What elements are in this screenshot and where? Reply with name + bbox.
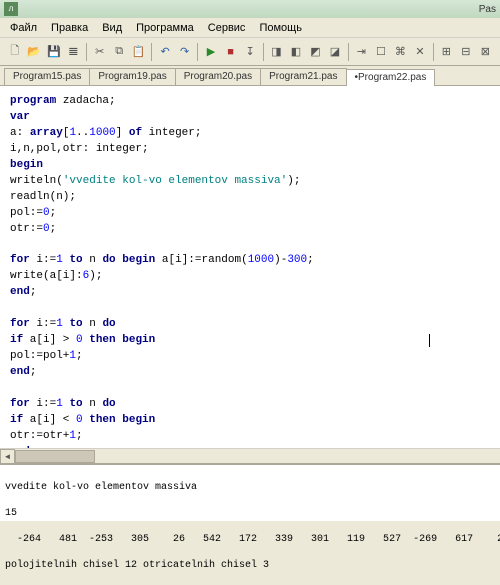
undo-button[interactable]: ↶ xyxy=(156,42,174,62)
app-icon: л xyxy=(4,2,18,16)
save-button[interactable]: 💾 xyxy=(45,42,63,62)
copy-button[interactable]: ⧉ xyxy=(110,42,128,62)
menu-edit[interactable]: Правка xyxy=(45,20,94,36)
horizontal-scrollbar[interactable]: ◄ xyxy=(0,448,500,463)
output-line: -264 481 -253 305 26 542 172 339 301 119… xyxy=(5,533,495,546)
run-button[interactable]: ▶ xyxy=(202,42,220,62)
code-editor[interactable]: program zadacha; var a: array[1..1000] o… xyxy=(0,86,500,448)
toolbar: 🗋 📂 💾 𝌆 ✂ ⧉ 📋 ↶ ↷ ▶ ■ ↧ ◨ ◧ ◩ ◪ ⇥ ☐ ⌘ ✕ … xyxy=(0,38,500,66)
cut-button[interactable]: ✂ xyxy=(91,42,109,62)
separator xyxy=(197,43,198,61)
window1-button[interactable]: ⊞ xyxy=(438,42,456,62)
tab-program19[interactable]: Program19.pas xyxy=(89,68,175,85)
menu-file[interactable]: Файл xyxy=(4,20,43,36)
tab-program15[interactable]: Program15.pas xyxy=(4,68,90,85)
titlebar: л Pas xyxy=(0,0,500,18)
paste-button[interactable]: 📋 xyxy=(130,42,148,62)
menu-help[interactable]: Помощь xyxy=(253,20,308,36)
redo-button[interactable]: ↷ xyxy=(176,42,194,62)
tab-program22[interactable]: •Program22.pas xyxy=(346,69,436,86)
window2-button[interactable]: ⊟ xyxy=(457,42,475,62)
stop-button[interactable]: ■ xyxy=(222,42,240,62)
cls-button[interactable]: ☐ xyxy=(372,42,390,62)
scroll-left-icon[interactable]: ◄ xyxy=(0,449,15,464)
separator xyxy=(433,43,434,61)
tab-program20[interactable]: Program20.pas xyxy=(175,68,261,85)
trace-button[interactable]: ⇥ xyxy=(353,42,371,62)
debug3-button[interactable]: ◩ xyxy=(307,42,325,62)
text-cursor xyxy=(429,334,430,347)
window3-button[interactable]: ⊠ xyxy=(477,42,495,62)
debug2-button[interactable]: ◧ xyxy=(287,42,305,62)
separator xyxy=(151,43,152,61)
saveall-button[interactable]: 𝌆 xyxy=(65,42,83,62)
titlebar-text: Pas xyxy=(479,4,496,15)
output-line: vvedite kol-vo elementov massiva xyxy=(5,481,495,494)
menu-view[interactable]: Вид xyxy=(96,20,128,36)
output-line: 15 xyxy=(5,507,495,520)
menubar: Файл Правка Вид Программа Сервис Помощь xyxy=(0,18,500,38)
separator xyxy=(348,43,349,61)
new-button[interactable]: 🗋 xyxy=(6,42,24,62)
stepinto-button[interactable]: ↧ xyxy=(241,42,259,62)
scroll-thumb[interactable] xyxy=(15,450,95,463)
output-panel: vvedite kol-vo elementov massiva 15 -264… xyxy=(0,463,500,521)
tab-program21[interactable]: Program21.pas xyxy=(260,68,346,85)
output-line: polojitelnih chisel 12 otricatelnih chis… xyxy=(5,559,495,572)
menu-service[interactable]: Сервис xyxy=(202,20,252,36)
separator xyxy=(86,43,87,61)
font-button[interactable]: ⌘ xyxy=(392,42,410,62)
open-button[interactable]: 📂 xyxy=(26,42,44,62)
debug4-button[interactable]: ◪ xyxy=(326,42,344,62)
tabbar: Program15.pas Program19.pas Program20.pa… xyxy=(0,66,500,86)
menu-program[interactable]: Программа xyxy=(130,20,200,36)
debug1-button[interactable]: ◨ xyxy=(268,42,286,62)
close-button[interactable]: ✕ xyxy=(411,42,429,62)
separator xyxy=(263,43,264,61)
